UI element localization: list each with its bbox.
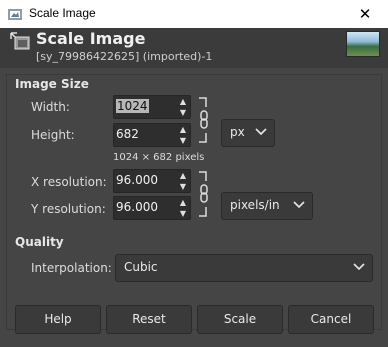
- increment-icon[interactable]: ▲: [177, 197, 189, 208]
- chevron-down-icon: [353, 263, 365, 271]
- decrement-icon[interactable]: ▼: [177, 107, 189, 118]
- unit-value: px: [230, 125, 245, 139]
- options-panel: Image Size Width: 1024 ▲ ▼ Height: 682 ▲…: [6, 74, 382, 330]
- y-resolution-spinbutton[interactable]: 96.000 ▲ ▼: [113, 196, 191, 220]
- image-size-label: Image Size: [15, 77, 89, 91]
- resolution-unit-dropdown[interactable]: pixels/in: [221, 192, 313, 220]
- x-resolution-spinbutton[interactable]: 96.000 ▲ ▼: [113, 169, 191, 193]
- close-icon[interactable]: ✕: [342, 0, 388, 28]
- y-resolution-label: Y resolution:: [31, 202, 106, 216]
- chevron-down-icon: [293, 201, 305, 209]
- scale-icon: [10, 32, 30, 50]
- interpolation-label: Interpolation:: [31, 261, 112, 275]
- gimp-app-icon: [8, 9, 22, 20]
- x-resolution-value[interactable]: 96.000: [116, 173, 158, 187]
- resolution-unit-value: pixels/in: [230, 198, 280, 212]
- chain-link-icon[interactable]: [197, 171, 209, 217]
- scale-image-dialog: Scale Image [sy_79986422625] (imported)-…: [0, 28, 388, 347]
- y-resolution-value[interactable]: 96.000: [116, 200, 158, 214]
- height-label: Height:: [31, 128, 75, 142]
- width-spinbutton[interactable]: 1024 ▲ ▼: [113, 95, 191, 119]
- interpolation-value: Cubic: [124, 260, 158, 274]
- image-thumbnail: [346, 31, 380, 57]
- chevron-down-icon: [255, 128, 267, 136]
- height-value[interactable]: 682: [116, 127, 139, 141]
- dialog-heading: Scale Image: [36, 29, 146, 48]
- interpolation-dropdown[interactable]: Cubic: [115, 254, 373, 282]
- size-readout: 1024 × 682 pixels: [113, 152, 205, 163]
- increment-icon[interactable]: ▲: [177, 96, 189, 107]
- title-bar: Scale Image ✕: [0, 0, 388, 29]
- width-value[interactable]: 1024: [116, 99, 149, 113]
- dialog-header: Scale Image [sy_79986422625] (imported)-…: [0, 28, 388, 68]
- chain-link-icon[interactable]: [197, 97, 209, 143]
- image-name: [sy_79986422625] (imported)-1: [36, 50, 213, 63]
- increment-icon[interactable]: ▲: [177, 170, 189, 181]
- quality-label: Quality: [15, 235, 64, 249]
- increment-icon[interactable]: ▲: [177, 124, 189, 135]
- decrement-icon[interactable]: ▼: [177, 181, 189, 192]
- unit-dropdown[interactable]: px: [221, 119, 275, 147]
- width-label: Width:: [31, 100, 70, 114]
- cancel-button[interactable]: Cancel: [288, 305, 374, 334]
- help-button[interactable]: Help: [15, 305, 101, 334]
- reset-button[interactable]: Reset: [106, 305, 192, 334]
- scale-button[interactable]: Scale: [197, 305, 283, 334]
- height-spinbutton[interactable]: 682 ▲ ▼: [113, 123, 191, 147]
- decrement-icon[interactable]: ▼: [177, 208, 189, 219]
- x-resolution-label: X resolution:: [31, 175, 107, 189]
- button-bar: Help Reset Scale Cancel: [0, 305, 388, 337]
- decrement-icon[interactable]: ▼: [177, 135, 189, 146]
- window-title: Scale Image: [29, 6, 96, 20]
